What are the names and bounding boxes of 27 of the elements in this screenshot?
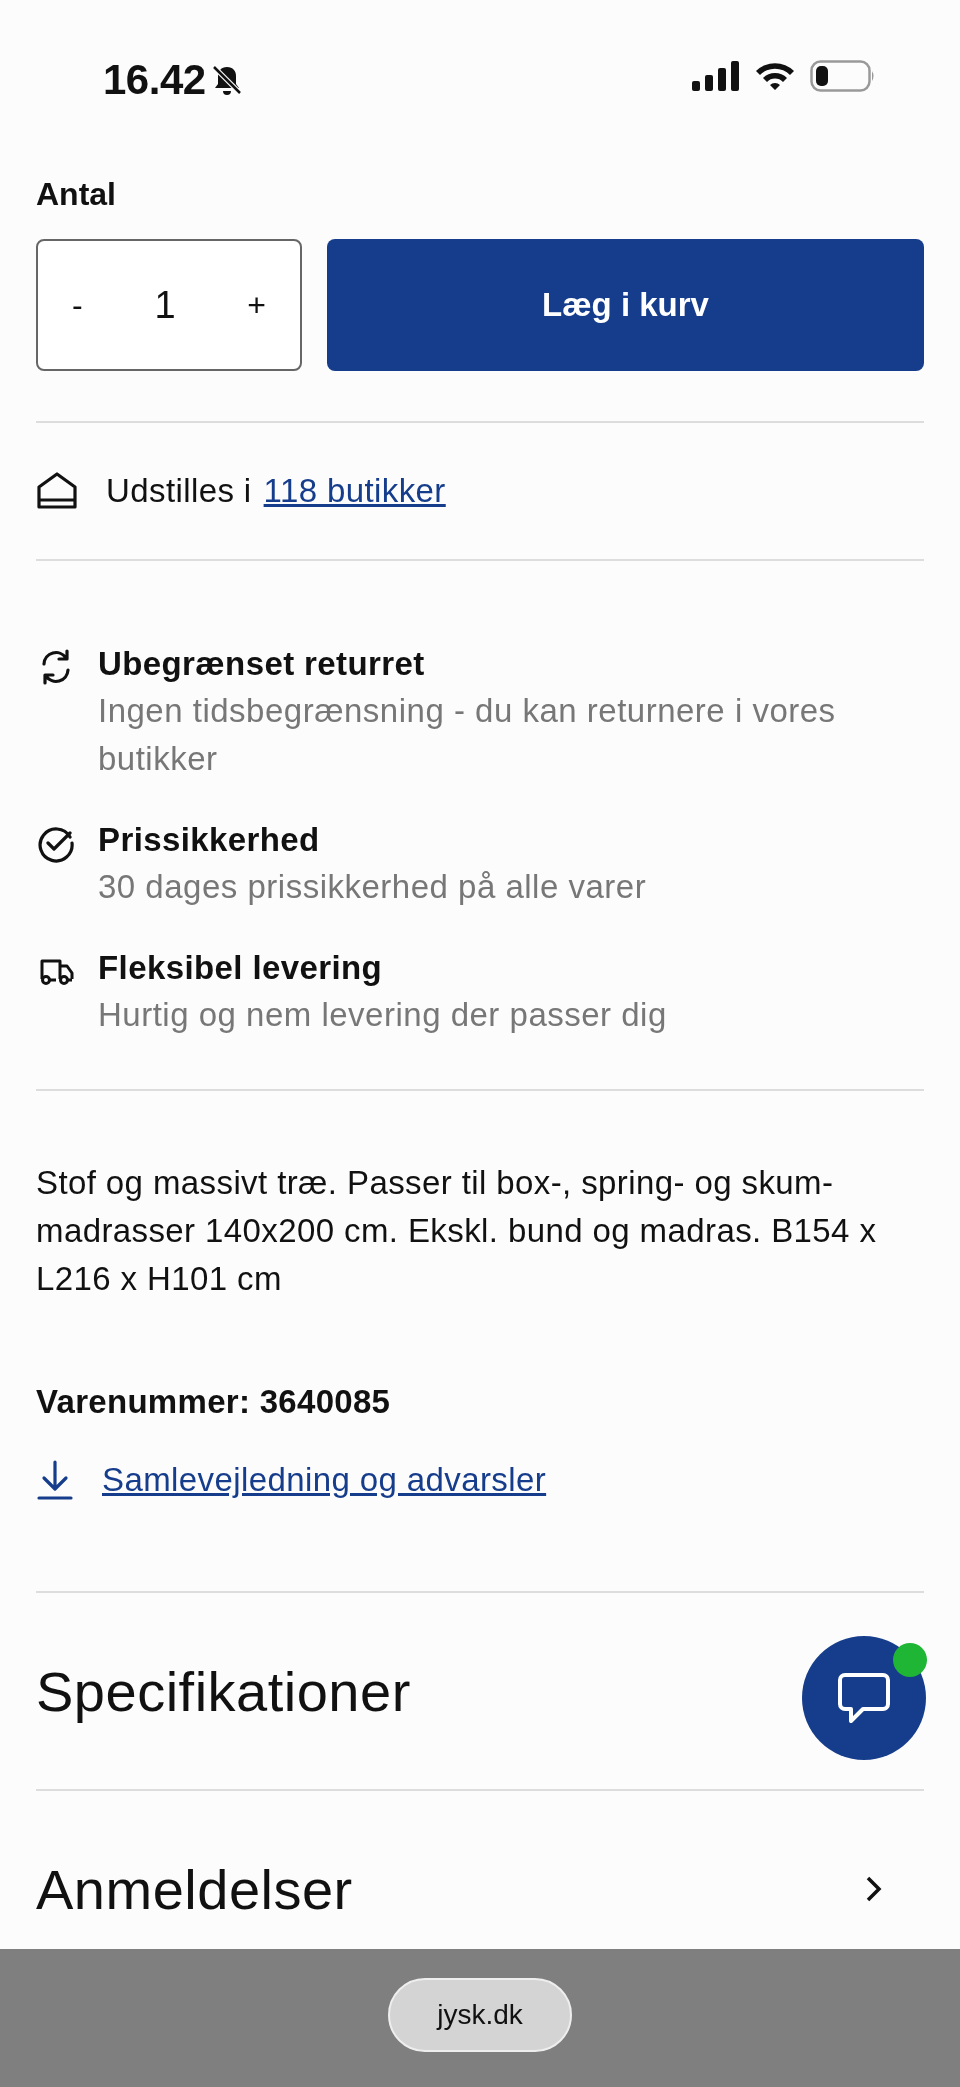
quantity-value: 1	[154, 283, 176, 327]
benefit-title: Ubegrænset returret	[98, 644, 426, 684]
add-to-cart-button[interactable]: Læg i kurv	[327, 239, 924, 371]
increment-button[interactable]: +	[237, 280, 276, 330]
house-icon	[36, 471, 78, 511]
quantity-stepper[interactable]: - 1 +	[36, 239, 302, 371]
quantity-label: Antal	[36, 176, 117, 213]
section-title[interactable]: Specifikationer	[36, 1658, 411, 1724]
benefit-description: Hurtig og nem levering der passer dig	[98, 995, 667, 1035]
section-title[interactable]: Anmeldelser	[36, 1856, 353, 1922]
item-number: Varenummer: 3640085	[36, 1383, 392, 1421]
decrement-button[interactable]: -	[62, 280, 93, 330]
chevron-right-icon[interactable]	[864, 1874, 884, 1904]
wifi-icon	[754, 60, 796, 92]
benefit-description: 30 dages prissikkerhed på alle varer	[98, 867, 647, 907]
download-icon	[36, 1459, 74, 1501]
benefit-title: Prissikkerhed	[98, 820, 321, 860]
benefit-description: Ingen tidsbegrænsning - du kan returnere i vores butikker	[98, 691, 837, 779]
stores-link[interactable]: 118 butikker	[263, 472, 446, 510]
status-time: 16.42	[103, 56, 206, 104]
product-description: Stof og massivt træ. Passer til box-, spring- og skum-madrasser 140x200 cm. Ekskl. bund og madras. B154 x L216 x H101 cm	[36, 1163, 878, 1299]
url-button[interactable]: jysk.dk	[388, 1977, 572, 2052]
signal-icon	[692, 61, 740, 91]
battery-icon	[810, 60, 876, 92]
assembly-instructions-link[interactable]: Samlevejledning og advarsler	[102, 1461, 547, 1499]
display-text: Udstilles i	[106, 472, 252, 510]
benefit-title: Fleksibel levering	[98, 948, 384, 988]
